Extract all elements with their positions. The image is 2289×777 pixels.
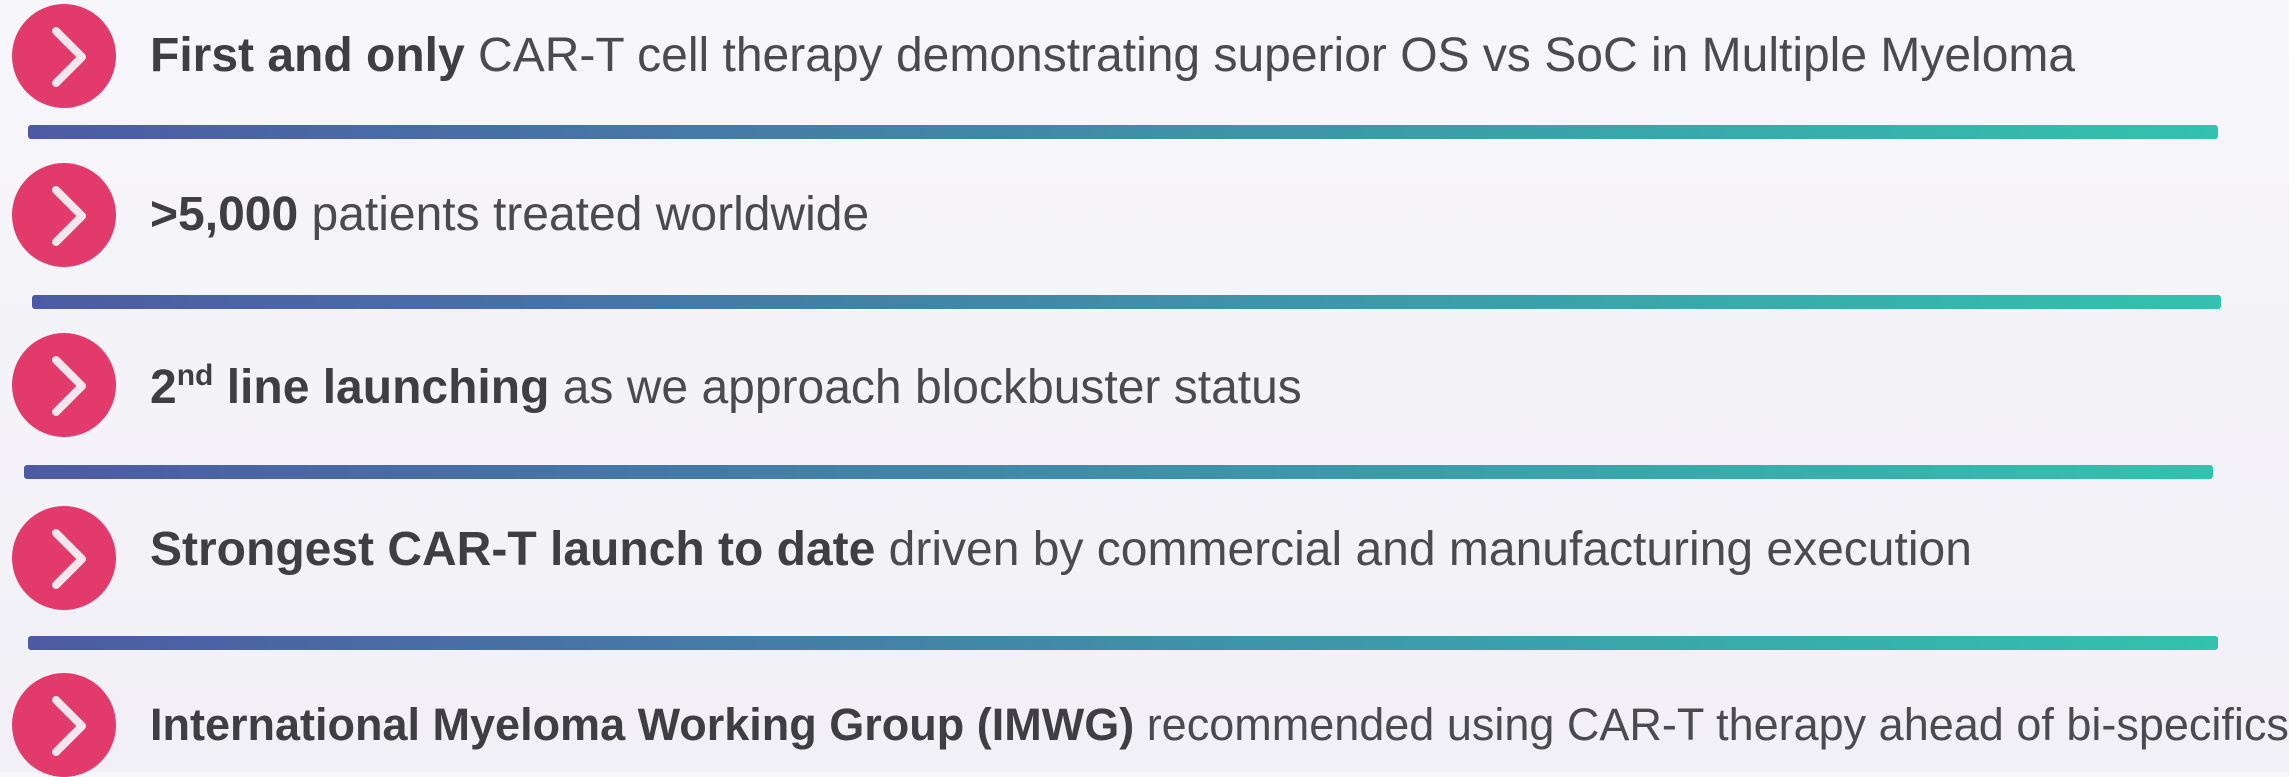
chevron-right-icon (12, 506, 116, 610)
chevron-right-icon (12, 4, 116, 108)
list-item-rest: as we approach blockbuster status (549, 361, 1301, 414)
list-item-bold: >5,000 (150, 188, 298, 241)
list-item-superscript: nd (177, 359, 214, 392)
list-item-text: 2nd line launching as we approach blockb… (150, 364, 1302, 412)
divider (24, 465, 2213, 479)
list-item-text: >5,000 patients treated worldwide (150, 191, 869, 239)
list-item-rest: patients treated worldwide (298, 188, 869, 241)
list-item-bold: Strongest CAR-T launch to date (150, 523, 875, 576)
list-item-text: Strongest CAR-T launch to date driven by… (150, 526, 1972, 574)
divider (28, 125, 2218, 139)
list-item-bold: 2 (150, 361, 177, 414)
chevron-right-icon (12, 673, 116, 777)
list-item-text: First and only CAR-T cell therapy demons… (150, 32, 2075, 80)
list-item-bold: First and only (150, 29, 465, 82)
divider (28, 636, 2218, 650)
list-item-text: International Myeloma Working Group (IMW… (150, 702, 2289, 747)
divider (32, 295, 2221, 309)
list-item-rest: driven by commercial and manufacturing e… (875, 523, 1972, 576)
list-item-bold-rest: line launching (213, 361, 549, 414)
chevron-right-icon (12, 163, 116, 267)
list-item-rest: CAR-T cell therapy demonstrating superio… (465, 29, 2075, 82)
chevron-right-icon (12, 333, 116, 437)
list-item-bold: International Myeloma Working Group (IMW… (150, 699, 1134, 750)
list-item-rest: recommended using CAR-T therapy ahead of… (1134, 699, 2289, 750)
